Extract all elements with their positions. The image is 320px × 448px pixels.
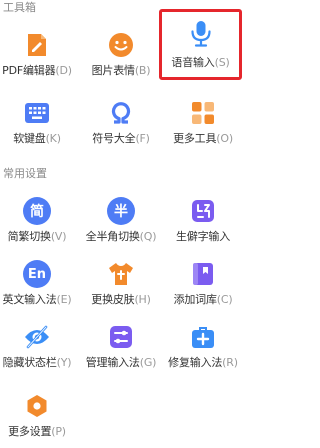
microphone-icon [186, 19, 216, 49]
hide-status-bar-icon [22, 322, 52, 352]
setting-shortcut: (G) [139, 356, 157, 369]
tool-shortcut: (K) [45, 132, 61, 145]
setting-label: 生僻字输入 [176, 230, 230, 243]
english-input-icon: En [22, 259, 52, 289]
icon-glyph: 简 [23, 197, 51, 225]
icon-glyph: 半 [107, 197, 135, 225]
tool-shortcut: (D) [55, 64, 72, 77]
add-dictionary-icon [188, 259, 218, 289]
pdf-editor-icon [22, 30, 52, 60]
keyboard-icon [22, 98, 52, 128]
setting-shortcut: (E) [56, 293, 72, 306]
setting-shortcut: (Q) [139, 230, 157, 243]
setting-label: 全半角切换 [85, 230, 140, 243]
setting-label: 简繁切换 [7, 230, 51, 243]
tool-shortcut: (F) [135, 132, 150, 145]
full-half-width-icon: 半 [106, 196, 136, 226]
setting-manage-input[interactable]: 管理输入法(G) [82, 316, 160, 378]
setting-shortcut: (H) [134, 293, 151, 306]
simplified-traditional-icon: 简 [22, 196, 52, 226]
tool-label: 软键盘 [13, 132, 46, 145]
tool-label: 符号大全 [92, 132, 136, 145]
setting-english-input[interactable]: En 英文输入法(E) [0, 253, 76, 315]
setting-shortcut: (Y) [56, 356, 72, 369]
manage-input-icon [106, 322, 136, 352]
tool-image-emoji[interactable]: 图片表情(B) [82, 24, 160, 86]
tool-pdf-editor[interactable]: PDF编辑器(D) [0, 24, 76, 86]
icon-glyph: En [23, 260, 51, 288]
more-tools-icon [188, 98, 218, 128]
setting-repair-input[interactable]: 修复输入法(R) [164, 316, 242, 378]
more-settings-icon [22, 391, 52, 421]
tool-label: 更多工具 [173, 132, 217, 145]
omega-icon [106, 98, 136, 128]
tool-shortcut: (O) [216, 132, 233, 145]
emoji-icon [106, 30, 136, 60]
section-title-toolbox: 工具箱 [3, 1, 36, 14]
tool-label: PDF编辑器 [2, 64, 56, 77]
setting-label: 更多设置 [8, 425, 52, 438]
skin-shirt-icon [106, 259, 136, 289]
setting-simplified-traditional[interactable]: 简 简繁切换(V) [0, 190, 76, 252]
setting-more-settings[interactable]: 更多设置(P) [0, 385, 76, 447]
setting-shortcut: (R) [222, 356, 238, 369]
setting-shortcut: (P) [51, 425, 66, 438]
tool-label: 语音输入 [171, 56, 215, 69]
setting-rare-character[interactable]: 生僻字输入 [164, 190, 242, 252]
setting-label: 英文输入法 [2, 293, 57, 306]
setting-shortcut: (V) [50, 230, 67, 243]
tool-shortcut: (S) [214, 56, 230, 69]
setting-change-skin[interactable]: 更换皮肤(H) [82, 253, 160, 315]
setting-hide-status-bar[interactable]: 隐藏状态栏(Y) [0, 316, 76, 378]
tool-symbols[interactable]: 符号大全(F) [82, 92, 160, 154]
setting-label: 修复输入法 [168, 356, 223, 369]
rare-character-icon [188, 196, 218, 226]
setting-label: 管理输入法 [85, 356, 140, 369]
tool-shortcut: (B) [134, 64, 151, 77]
setting-label: 添加词库 [173, 293, 217, 306]
setting-label: 更换皮肤 [91, 293, 135, 306]
tool-label: 图片表情 [91, 64, 135, 77]
setting-add-dictionary[interactable]: 添加词库(C) [164, 253, 242, 315]
setting-full-half-width[interactable]: 半 全半角切换(Q) [82, 190, 160, 252]
section-title-settings: 常用设置 [3, 167, 47, 180]
tool-soft-keyboard[interactable]: 软键盘(K) [0, 92, 76, 154]
repair-kit-icon [188, 322, 218, 352]
tool-more-tools[interactable]: 更多工具(O) [164, 92, 242, 154]
tool-voice-input[interactable]: 语音输入(S) [159, 9, 242, 80]
setting-label: 隐藏状态栏 [2, 356, 57, 369]
setting-shortcut: (C) [216, 293, 233, 306]
